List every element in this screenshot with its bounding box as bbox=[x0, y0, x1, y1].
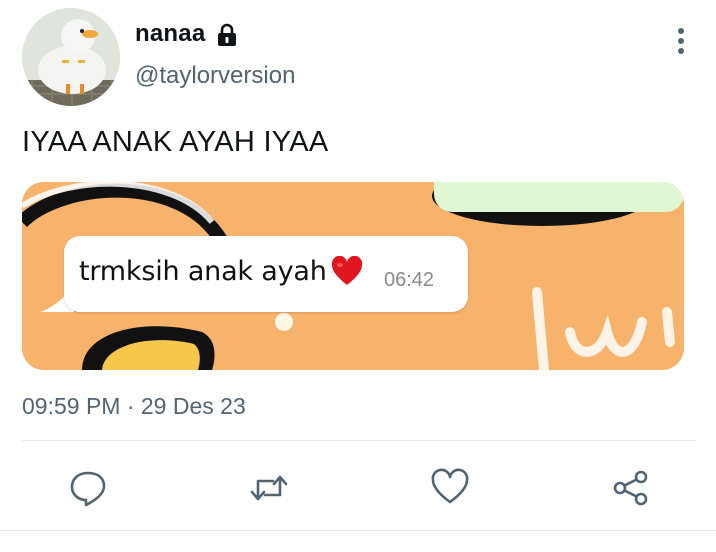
reply-button[interactable] bbox=[68, 468, 108, 508]
retweet-icon bbox=[250, 475, 288, 501]
comment-icon bbox=[70, 471, 106, 507]
chat-bubble-time: 06:42 bbox=[384, 269, 435, 291]
heart-emoji-icon bbox=[331, 256, 363, 285]
lock-icon bbox=[218, 23, 236, 46]
tweet-media-image[interactable]: trmksih anak ayah 06:42 bbox=[22, 182, 684, 370]
divider bbox=[22, 440, 696, 441]
more-options-icon[interactable] bbox=[668, 26, 694, 56]
tweet-timestamp[interactable]: 09:59 PM · 29 Des 23 bbox=[22, 393, 246, 420]
chat-bubble-text: trmksih anak ayah bbox=[79, 256, 327, 287]
bottom-divider bbox=[0, 530, 716, 531]
like-button[interactable] bbox=[430, 468, 470, 508]
chat-bubble: trmksih anak ayah 06:42 bbox=[64, 236, 468, 312]
share-button[interactable] bbox=[611, 468, 651, 508]
retweet-button[interactable] bbox=[249, 468, 289, 508]
tweet-text: IYAA ANAK AYAH IYAA bbox=[22, 126, 329, 158]
avatar[interactable] bbox=[22, 8, 120, 106]
display-name[interactable]: nanaa bbox=[135, 20, 205, 48]
tweet-card: nanaa @taylorversion IYAA ANAK AYAH IYAA bbox=[0, 0, 716, 552]
heart-outline-icon bbox=[431, 468, 469, 504]
duck-avatar-image bbox=[22, 8, 120, 106]
share-icon bbox=[613, 470, 648, 506]
user-handle[interactable]: @taylorversion bbox=[135, 62, 295, 90]
